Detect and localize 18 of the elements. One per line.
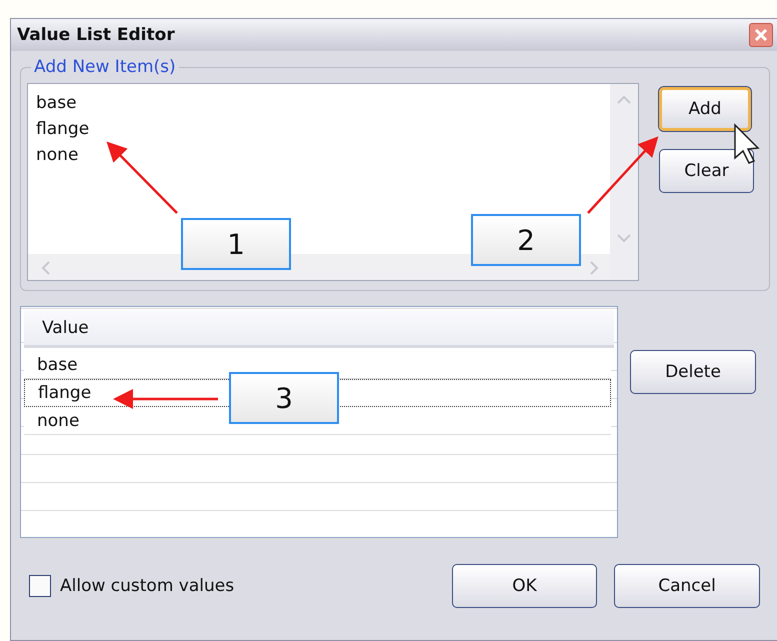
- window-title: Value List Editor: [17, 25, 175, 45]
- vertical-scrollbar[interactable]: [610, 84, 638, 280]
- column-header[interactable]: Value: [24, 310, 614, 348]
- cancel-button[interactable]: Cancel: [614, 564, 760, 608]
- checkbox[interactable]: [29, 575, 51, 597]
- group-title: Add New Item(s): [33, 57, 177, 77]
- callout-label: 1: [181, 218, 291, 270]
- callout-label: 3: [229, 372, 339, 424]
- clear-button[interactable]: Clear: [659, 149, 754, 193]
- items-text: base flange none: [36, 92, 90, 167]
- ok-button[interactable]: OK: [452, 564, 597, 608]
- add-button[interactable]: Add: [659, 87, 751, 131]
- delete-button[interactable]: Delete: [630, 350, 756, 394]
- checkbox-label: Allow custom values: [60, 576, 236, 596]
- mouse-pointer-icon: [734, 123, 760, 164]
- close-icon: [754, 28, 768, 42]
- callout-label: 2: [471, 214, 581, 266]
- close-button[interactable]: [749, 23, 773, 47]
